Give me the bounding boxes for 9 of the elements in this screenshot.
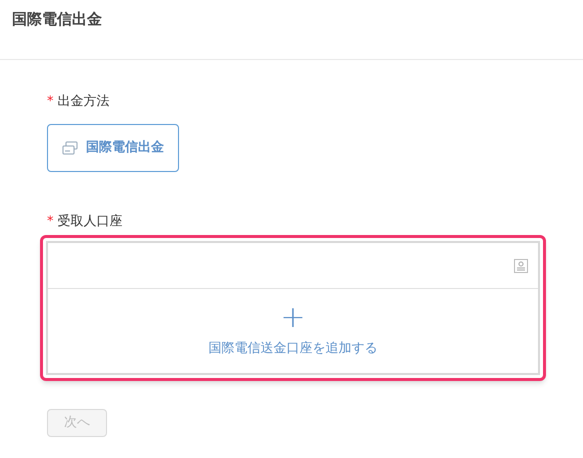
contact-card-icon: [514, 258, 528, 272]
add-account-button[interactable]: + 国際電信送金口座を追加する: [48, 289, 538, 373]
page-title: 国際電信出金: [12, 9, 103, 30]
card-icon: [62, 140, 78, 154]
required-mark: *: [47, 93, 54, 111]
method-option[interactable]: 国際電信出金: [47, 124, 179, 172]
required-mark: *: [47, 212, 54, 230]
field-label: 受取人口座: [58, 212, 122, 230]
field-label: 出金方法: [58, 93, 110, 111]
